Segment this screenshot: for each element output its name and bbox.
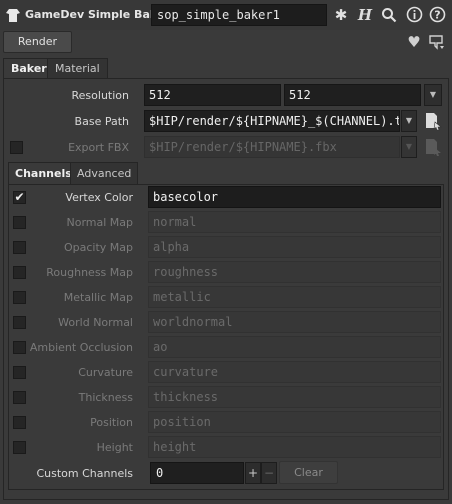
file-chooser-icon[interactable] (424, 111, 442, 131)
info-icon[interactable] (406, 6, 423, 23)
channel-label: Opacity Map (63, 241, 133, 254)
tab-channels[interactable]: Channels (8, 162, 79, 184)
tab-material[interactable]: Material (47, 58, 108, 78)
custom-channels-label: Custom Channels (36, 467, 133, 480)
channel-label: Ambient Occlusion (29, 341, 133, 354)
clear-channels-button[interactable]: Clear (279, 461, 338, 484)
channel-name-input[interactable]: alpha (148, 236, 441, 258)
channel-label: World Normal (58, 316, 133, 329)
channel-label: Normal Map (66, 216, 133, 229)
render-button[interactable]: Render (3, 31, 72, 53)
tab-advanced[interactable]: Advanced (70, 162, 139, 184)
channel-name-input[interactable]: height (148, 436, 441, 458)
channel-label: Thickness (78, 391, 133, 404)
channel-name-input[interactable]: thickness (148, 386, 441, 408)
channel-name-input[interactable]: basecolor (148, 186, 441, 208)
help-icon[interactable]: ? (429, 6, 446, 23)
fbx-path-dropdown[interactable]: ▼ (401, 136, 417, 158)
channel-label: Metallic Map (63, 291, 133, 304)
resolution-y-input[interactable]: 512 (284, 84, 421, 106)
channel-label: Roughness Map (46, 266, 133, 279)
channel-label: Position (90, 416, 133, 429)
channel-name-input[interactable]: metallic (148, 286, 441, 308)
node-type-icon[interactable] (5, 7, 21, 23)
node-name-input[interactable]: sop_simple_baker1 (151, 4, 327, 26)
fbx-path-input[interactable]: $HIP/render/${HIPNAME}.fbx (144, 136, 400, 158)
houdini-h-icon[interactable]: H (356, 6, 374, 24)
channel-name-input[interactable]: roughness (148, 261, 441, 283)
base-path-dropdown[interactable]: ▼ (401, 110, 417, 132)
remove-channel-button[interactable]: − (261, 462, 277, 484)
channel-label: Height (96, 441, 133, 454)
fbx-file-chooser-icon[interactable] (424, 137, 442, 157)
custom-channels-count-input[interactable]: 0 (150, 462, 244, 484)
channel-name-input[interactable]: position (148, 411, 441, 433)
channel-name-input[interactable]: normal (148, 211, 441, 233)
heart-icon[interactable]: ♥ (404, 33, 424, 51)
channel-name-input[interactable]: ao (148, 336, 441, 358)
base-path-label: Base Path (74, 115, 129, 128)
preset-dropdown-icon[interactable] (428, 34, 446, 52)
svg-text:?: ? (434, 9, 440, 22)
gear-icon[interactable]: ✱ (332, 6, 350, 24)
channel-name-input[interactable]: worldnormal (148, 311, 441, 333)
resolution-label: Resolution (71, 89, 129, 102)
add-channel-button[interactable]: + (245, 462, 261, 484)
resolution-preset-dropdown[interactable]: ▼ (424, 84, 442, 106)
export-fbx-label: Export FBX (68, 141, 129, 154)
search-icon[interactable] (381, 7, 397, 23)
channel-name-input[interactable]: curvature (148, 361, 441, 383)
channel-label: Curvature (78, 366, 133, 379)
base-path-input[interactable]: $HIP/render/${HIPNAME}_$(CHANNEL).t (144, 110, 400, 132)
resolution-x-input[interactable]: 512 (144, 84, 281, 106)
node-type-label: GameDev Simple Baker (25, 8, 170, 21)
channel-label: Vertex Color (65, 191, 133, 204)
